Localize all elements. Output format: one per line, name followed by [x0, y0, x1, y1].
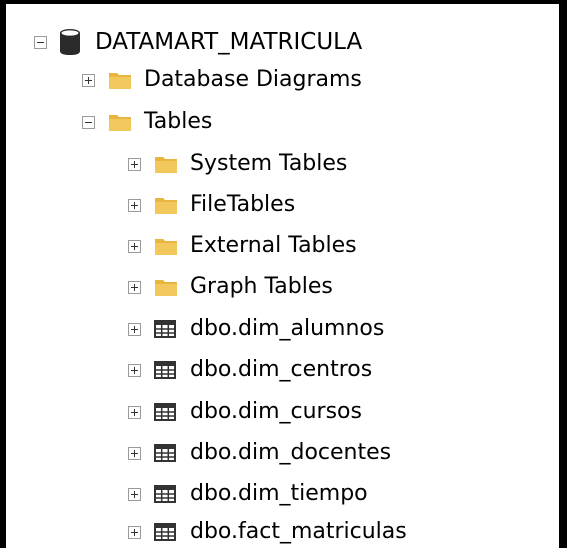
- tree-node-database[interactable]: DATAMART_MATRICULA: [34, 22, 362, 62]
- database-icon: [58, 28, 82, 56]
- tree-node-label: External Tables: [190, 233, 357, 258]
- folder-icon: [154, 195, 178, 215]
- folder-icon: [108, 112, 132, 132]
- tree-node-label: Graph Tables: [190, 274, 333, 299]
- tree-node-label: System Tables: [190, 151, 348, 176]
- tree-node-label: FileTables: [190, 192, 296, 217]
- expand-toggle[interactable]: [128, 446, 141, 460]
- tree-node-label: dbo.fact_matriculas: [190, 519, 407, 544]
- table-icon: [154, 320, 176, 338]
- tree-node-label: DATAMART_MATRICULA: [95, 29, 363, 55]
- tree-node-table[interactable]: dbo.dim_alumnos: [128, 309, 384, 349]
- tree-node-label: dbo.dim_docentes: [190, 440, 392, 465]
- collapse-toggle[interactable]: [82, 115, 95, 129]
- collapse-toggle[interactable]: [34, 35, 47, 49]
- folder-icon: [154, 236, 178, 256]
- table-icon: [154, 403, 176, 421]
- expand-toggle[interactable]: [128, 363, 141, 377]
- expand-toggle[interactable]: [128, 280, 141, 294]
- table-icon: [154, 485, 176, 503]
- tree-node-table[interactable]: dbo.dim_docentes: [128, 433, 391, 473]
- tree-node-filetables[interactable]: FileTables: [128, 185, 295, 225]
- expand-toggle[interactable]: [128, 525, 141, 539]
- expand-toggle[interactable]: [128, 322, 141, 336]
- tree-node-label: dbo.dim_tiempo: [190, 481, 368, 506]
- expand-toggle[interactable]: [128, 487, 141, 501]
- tree-node-label: dbo.dim_centros: [190, 357, 373, 382]
- tree-node-label: Database Diagrams: [144, 67, 362, 92]
- tree-node-table[interactable]: dbo.fact_matriculas: [128, 512, 407, 548]
- tree-node-label: Tables: [144, 109, 213, 134]
- tree-node-system-tables[interactable]: System Tables: [128, 144, 347, 184]
- tree-node-tables[interactable]: Tables: [82, 102, 212, 142]
- expand-toggle[interactable]: [82, 73, 95, 87]
- tree-node-table[interactable]: dbo.dim_cursos: [128, 392, 362, 432]
- expand-toggle[interactable]: [128, 198, 141, 212]
- expand-toggle[interactable]: [128, 405, 141, 419]
- folder-icon: [154, 154, 178, 174]
- table-icon: [154, 523, 176, 541]
- tree-node-table[interactable]: dbo.dim_centros: [128, 350, 372, 390]
- folder-icon: [108, 70, 132, 90]
- tree-node-table[interactable]: dbo.dim_tiempo: [128, 474, 368, 514]
- tree-node-label: dbo.dim_alumnos: [190, 316, 385, 341]
- object-explorer-panel: DATAMART_MATRICULA Database Diagrams Tab…: [6, 4, 559, 548]
- expand-toggle[interactable]: [128, 239, 141, 253]
- tree-node-external-tables[interactable]: External Tables: [128, 226, 357, 266]
- tree-node-database-diagrams[interactable]: Database Diagrams: [82, 60, 362, 100]
- tree-node-graph-tables[interactable]: Graph Tables: [128, 267, 333, 307]
- folder-icon: [154, 277, 178, 297]
- table-icon: [154, 361, 176, 379]
- tree-node-label: dbo.dim_cursos: [190, 399, 362, 424]
- table-icon: [154, 444, 176, 462]
- expand-toggle[interactable]: [128, 157, 141, 171]
